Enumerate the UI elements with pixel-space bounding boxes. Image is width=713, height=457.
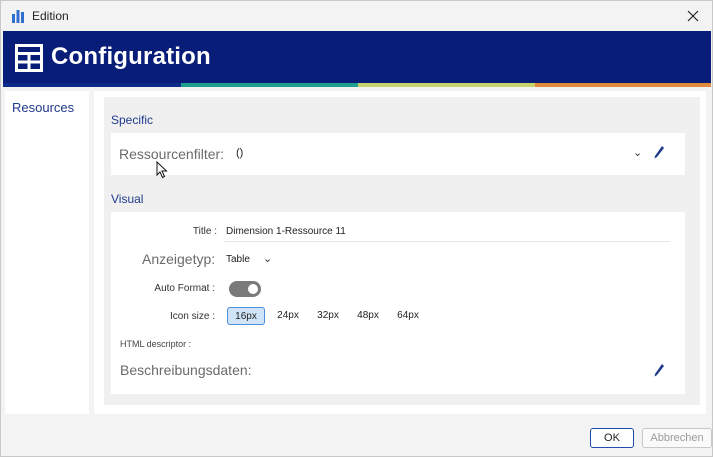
icon-size-48px[interactable]: 48px bbox=[351, 307, 385, 325]
icon-size-64px[interactable]: 64px bbox=[391, 307, 425, 325]
window-title: Edition bbox=[32, 9, 69, 23]
display-type-label: Anzeigetyp: bbox=[142, 251, 216, 267]
title-underline bbox=[224, 241, 670, 242]
title-value[interactable]: Dimension 1-Ressource 11 bbox=[226, 226, 346, 237]
resource-filter-label: Ressourcenfilter: bbox=[119, 146, 225, 162]
sidebar: Resources bbox=[5, 91, 89, 414]
header-stripe-teal bbox=[181, 83, 358, 87]
header-banner: Configuration bbox=[3, 31, 711, 83]
app-icon bbox=[12, 10, 24, 23]
title-label: Title : bbox=[192, 226, 217, 237]
description-data-label: Beschreibungsdaten: bbox=[120, 362, 252, 378]
main-content: Specific Ressourcenfilter: () ⌄ Visual T… bbox=[94, 91, 706, 414]
icon-size-16px[interactable]: 16px bbox=[227, 307, 265, 325]
header-stripe-lime bbox=[358, 83, 535, 87]
specific-section-label: Specific bbox=[111, 113, 154, 127]
edit-description-pencil-icon[interactable] bbox=[653, 363, 665, 379]
ok-button[interactable]: OK bbox=[590, 428, 634, 448]
close-button[interactable] bbox=[678, 3, 708, 29]
auto-format-toggle[interactable] bbox=[229, 281, 261, 297]
visual-card: Title : Dimension 1-Ressource 11 Anzeige… bbox=[111, 212, 685, 394]
grid-layout-icon bbox=[15, 44, 43, 72]
header-stripe-orange bbox=[535, 83, 711, 87]
header-title: Configuration bbox=[51, 43, 211, 70]
display-type-value[interactable]: Table bbox=[226, 254, 250, 265]
content-panel: Specific Ressourcenfilter: () ⌄ Visual T… bbox=[104, 97, 700, 405]
header-stripe-blue bbox=[3, 83, 181, 87]
icon-size-24px[interactable]: 24px bbox=[271, 307, 305, 325]
icon-size-32px[interactable]: 32px bbox=[311, 307, 345, 325]
toggle-knob bbox=[248, 284, 258, 294]
auto-format-label: Auto Format : bbox=[154, 283, 215, 294]
cancel-button[interactable]: Abbrechen bbox=[642, 428, 712, 448]
edition-dialog: Edition Configuration Resources Specific… bbox=[0, 0, 713, 457]
title-bar: Edition bbox=[1, 1, 712, 31]
specific-card: Ressourcenfilter: () ⌄ bbox=[111, 133, 685, 175]
resource-filter-value[interactable]: () bbox=[236, 147, 243, 159]
visual-section-label: Visual bbox=[111, 192, 144, 206]
close-icon bbox=[687, 10, 699, 22]
icon-size-label: Icon size : bbox=[169, 311, 215, 322]
filter-dropdown-icon[interactable]: ⌄ bbox=[633, 146, 642, 159]
mouse-pointer-icon bbox=[156, 161, 168, 179]
sidebar-item-resources[interactable]: Resources bbox=[12, 100, 74, 115]
display-type-dropdown-icon[interactable]: ⌄ bbox=[263, 252, 272, 265]
edit-filter-pencil-icon[interactable] bbox=[653, 145, 665, 161]
html-descriptor-label: HTML descriptor : bbox=[120, 339, 192, 349]
